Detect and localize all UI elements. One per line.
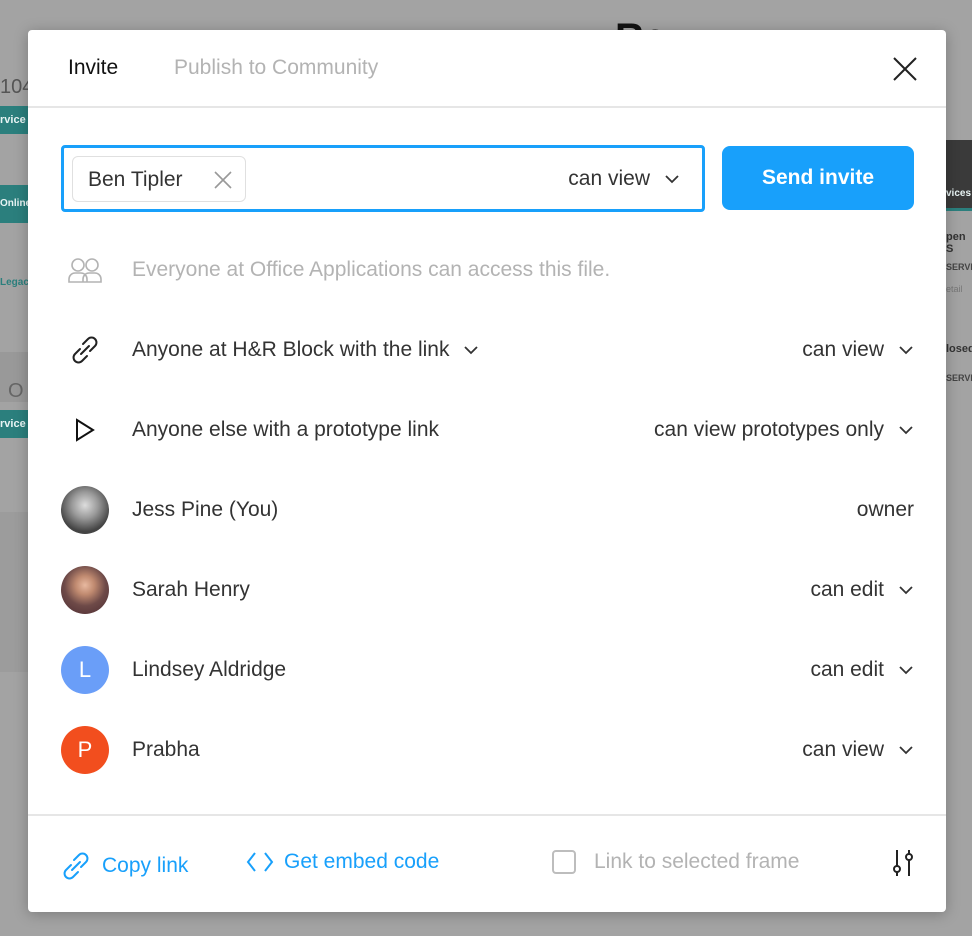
member-name: Lindsey Aldridge xyxy=(132,658,287,681)
chevron-down-icon xyxy=(899,426,913,435)
close-icon[interactable] xyxy=(892,56,918,82)
avatar: L xyxy=(61,646,109,694)
bg-text: O xyxy=(8,380,24,402)
modal-header: Invite Publish to Community xyxy=(28,30,946,108)
settings-sliders-icon[interactable] xyxy=(890,848,916,878)
member-name: Jess Pine (You) xyxy=(132,498,279,521)
chevron-down-icon xyxy=(899,746,913,755)
org-access-text: Everyone at Office Applications can acce… xyxy=(132,258,611,281)
link-permission-dropdown[interactable]: can view xyxy=(802,338,914,362)
link-frame-checkbox[interactable]: Link to selected frame xyxy=(552,850,799,874)
prototype-link-label: Anyone else with a prototype link xyxy=(132,418,440,441)
share-modal: Invite Publish to Community Ben Tipler c… xyxy=(28,30,946,912)
avatar: P xyxy=(61,726,109,774)
member-role-dropdown[interactable]: can view xyxy=(802,738,914,762)
member-row: P Prabha can view xyxy=(60,726,914,774)
checkbox[interactable] xyxy=(552,850,576,874)
bg-text: pen S xyxy=(946,231,966,255)
invitee-chip: Ben Tipler xyxy=(72,156,246,202)
code-icon xyxy=(246,852,274,872)
member-row: L Lindsey Aldridge can edit xyxy=(60,646,914,694)
member-role-dropdown[interactable]: can edit xyxy=(810,578,914,602)
chevron-down-icon xyxy=(899,666,913,675)
embed-code-button[interactable]: Get embed code xyxy=(246,850,439,874)
member-name: Sarah Henry xyxy=(132,578,250,601)
avatar xyxy=(61,566,109,614)
bg-text: rvice xyxy=(0,418,26,430)
member-name: Prabha xyxy=(132,738,200,761)
bg-text: etail xyxy=(946,284,963,294)
remove-chip-icon[interactable] xyxy=(213,170,233,190)
link-access-dropdown[interactable]: Anyone at H&R Block with the link xyxy=(132,338,479,362)
chevron-down-icon xyxy=(665,175,679,184)
play-icon xyxy=(76,418,95,442)
embed-code-label: Get embed code xyxy=(284,850,440,873)
prototype-permission-label: can view prototypes only xyxy=(654,418,884,441)
invite-input[interactable]: Ben Tipler can view xyxy=(61,145,705,212)
send-invite-button[interactable]: Send invite xyxy=(722,146,914,210)
copy-link-button[interactable]: Copy link xyxy=(60,850,188,882)
member-row: Sarah Henry can edit xyxy=(60,566,914,614)
modal-footer: Copy link Get embed code Link to selecte… xyxy=(28,814,946,912)
bg-text: rvice xyxy=(0,114,26,126)
link-permission-label: can view xyxy=(802,338,884,361)
bg-text: losed xyxy=(946,343,972,355)
invite-permission-dropdown[interactable]: can view xyxy=(568,167,680,191)
bg-text: SERVIC xyxy=(946,262,972,272)
bg-text: SERVIC xyxy=(946,373,972,383)
link-icon xyxy=(72,336,98,364)
prototype-link-row: Anyone else with a prototype link can vi… xyxy=(60,406,914,454)
link-icon xyxy=(63,852,89,880)
chevron-down-icon xyxy=(899,586,913,595)
team-icon xyxy=(68,258,102,283)
bg-text: Online xyxy=(0,198,32,209)
link-access-row: Anyone at H&R Block with the link can vi… xyxy=(60,326,914,374)
tab-publish-community[interactable]: Publish to Community xyxy=(174,56,378,80)
avatar xyxy=(61,486,109,534)
bg-text: vices xyxy=(946,188,972,199)
copy-link-label: Copy link xyxy=(102,854,189,877)
member-role: owner xyxy=(856,498,914,521)
prototype-permission-dropdown[interactable]: can view prototypes only xyxy=(654,418,914,442)
link-access-label: Anyone at H&R Block with the link xyxy=(132,338,450,361)
invite-permission-label: can view xyxy=(568,167,650,190)
chevron-down-icon xyxy=(464,346,479,355)
chevron-down-icon xyxy=(899,346,913,355)
org-access-row: Everyone at Office Applications can acce… xyxy=(60,246,914,294)
member-row: Jess Pine (You) owner xyxy=(60,486,914,534)
tab-invite[interactable]: Invite xyxy=(68,56,118,80)
member-role-dropdown[interactable]: can edit xyxy=(810,658,914,682)
link-frame-label: Link to selected frame xyxy=(594,850,800,873)
invitee-name: Ben Tipler xyxy=(88,168,183,191)
